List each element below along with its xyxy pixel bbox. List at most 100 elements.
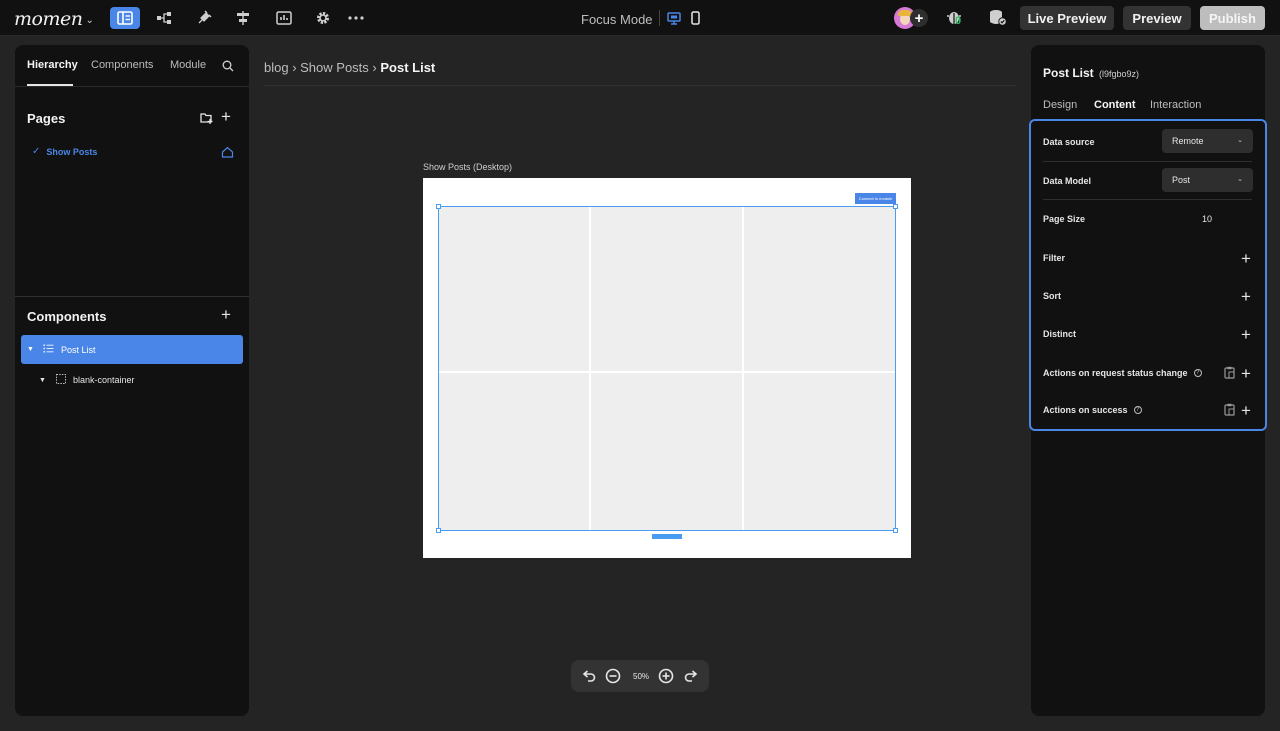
page-size-label: Page Size <box>1043 214 1086 224</box>
chevron-down-icon: ⌄ <box>1237 137 1243 144</box>
container-icon <box>55 374 66 386</box>
zoom-controls: 50% <box>571 660 709 692</box>
home-icon[interactable] <box>221 145 234 163</box>
component-item-post-list[interactable]: ▼ Post List <box>21 335 243 364</box>
tab-content[interactable]: Content <box>1094 99 1136 111</box>
active-tab-underline <box>27 84 73 86</box>
tab-components[interactable]: Components <box>91 59 153 71</box>
component-label: Post List <box>60 344 96 355</box>
debug-count-badge: 0 <box>955 15 962 27</box>
breadcrumb-separator: › <box>288 60 301 75</box>
pages-layout-icon[interactable] <box>110 7 140 29</box>
data-source-select[interactable]: Remote ⌄ <box>1162 129 1253 153</box>
data-model-value: Post <box>1172 175 1191 185</box>
plugin-icon[interactable] <box>189 7 219 29</box>
sort-label: Sort <box>1043 291 1061 301</box>
add-success-action-icon[interactable]: + <box>1241 402 1251 419</box>
zoom-level[interactable]: 50% <box>633 672 649 681</box>
add-page-icon[interactable]: + <box>221 108 231 125</box>
focus-mode-toggle[interactable]: Focus Mode <box>581 12 653 27</box>
actions-success-label: Actions on success <box>1043 405 1128 415</box>
logo-text: momen <box>14 8 83 30</box>
section-divider <box>15 296 249 297</box>
live-preview-button[interactable]: Live Preview <box>1020 6 1114 30</box>
preview-button[interactable]: Preview <box>1123 6 1191 30</box>
add-distinct-icon[interactable]: + <box>1241 326 1251 343</box>
data-model-icon[interactable] <box>149 7 179 29</box>
actions-on-status-change: Actions on request status change ? <box>1043 368 1202 378</box>
component-id: (l9fgbo9z) <box>1099 69 1140 79</box>
undo-icon[interactable] <box>582 669 596 687</box>
data-model-label: Data Model <box>1043 176 1092 186</box>
chevron-down-icon: ⌄ <box>85 14 94 26</box>
divider <box>659 10 660 26</box>
component-label: blank-container <box>72 375 135 385</box>
breadcrumb-divider <box>264 85 1016 86</box>
mobile-view-icon[interactable] <box>685 7 705 29</box>
zoom-out-icon[interactable] <box>605 668 621 689</box>
left-panel: Hierarchy Components Module Pages + ✓ Sh… <box>15 45 249 716</box>
add-filter-icon[interactable]: + <box>1241 250 1251 267</box>
breadcrumb-item[interactable]: blog <box>264 60 289 75</box>
left-panel-tabs: Hierarchy Components Module <box>15 45 249 87</box>
dashboard-icon[interactable] <box>269 7 299 29</box>
distinct-label: Distinct <box>1043 329 1077 339</box>
publish-button[interactable]: Publish <box>1200 6 1265 30</box>
divider <box>1043 199 1252 200</box>
actions-on-success: Actions on success ? <box>1043 405 1142 415</box>
paste-clipboard-icon[interactable] <box>1224 403 1235 421</box>
search-icon[interactable] <box>222 59 234 77</box>
component-item-blank-container[interactable]: ▼ blank-container <box>39 372 134 388</box>
resize-handle[interactable] <box>436 204 441 209</box>
add-sort-icon[interactable]: + <box>1241 288 1251 305</box>
content-properties-highlight <box>1029 119 1267 431</box>
resize-handle[interactable] <box>893 528 898 533</box>
pages-title: Pages <box>27 111 66 126</box>
database-status-icon[interactable] <box>988 9 1008 32</box>
component-name: Post List <box>1043 66 1094 80</box>
breadcrumb-separator: › <box>368 60 381 75</box>
resize-handle[interactable] <box>436 528 441 533</box>
redo-icon[interactable] <box>684 669 698 687</box>
zoom-in-icon[interactable] <box>658 668 674 689</box>
filter-label: Filter <box>1043 253 1066 263</box>
data-source-value: Remote <box>1172 136 1204 146</box>
data-model-select[interactable]: Post ⌄ <box>1162 168 1253 192</box>
resize-handle[interactable] <box>893 204 898 209</box>
top-bar: momen ⌄ Focus Mode + 0 Live Preview Prev… <box>0 0 1280 36</box>
list-icon <box>43 344 54 355</box>
page-item-show-posts[interactable]: ✓ Show Posts <box>32 146 97 157</box>
breadcrumb-current: Post List <box>380 60 436 75</box>
paste-clipboard-icon[interactable] <box>1224 366 1235 384</box>
breadcrumb: blog › Show Posts › Post List <box>264 60 435 75</box>
tab-design[interactable]: Design <box>1043 99 1077 111</box>
check-icon: ✓ <box>32 146 41 157</box>
post-list-selection[interactable] <box>438 206 896 531</box>
add-status-action-icon[interactable]: + <box>1241 365 1251 382</box>
chevron-down-icon: ⌄ <box>1237 176 1243 183</box>
actionflow-icon[interactable] <box>228 7 258 29</box>
actions-status-label: Actions on request status change <box>1043 368 1188 378</box>
invite-plus-icon[interactable]: + <box>910 9 928 27</box>
connect-to-module-button[interactable]: Connect to module <box>855 193 896 204</box>
frame-label[interactable]: Show Posts (Desktop) <box>423 162 512 172</box>
tab-module[interactable]: Module <box>170 59 206 71</box>
caret-down-icon: ▼ <box>39 376 46 384</box>
help-icon[interactable]: ? <box>1133 406 1142 414</box>
help-icon[interactable]: ? <box>1193 369 1202 377</box>
tab-interaction[interactable]: Interaction <box>1150 99 1201 111</box>
breadcrumb-item[interactable]: Show Posts <box>300 60 369 75</box>
page-size-input[interactable]: 10 <box>1202 214 1212 224</box>
add-folder-icon[interactable] <box>200 111 213 129</box>
add-component-icon[interactable]: + <box>221 306 231 323</box>
app-logo[interactable]: momen ⌄ <box>14 8 94 30</box>
more-options-icon[interactable] <box>341 7 371 29</box>
selection-size-tag <box>652 534 682 539</box>
components-title: Components <box>27 309 107 324</box>
divider <box>1043 161 1252 162</box>
tab-hierarchy[interactable]: Hierarchy <box>27 59 78 71</box>
caret-down-icon: ▼ <box>27 346 34 353</box>
settings-gear-icon[interactable] <box>308 7 338 29</box>
data-source-label: Data source <box>1043 137 1095 147</box>
desktop-view-icon[interactable] <box>664 7 684 29</box>
